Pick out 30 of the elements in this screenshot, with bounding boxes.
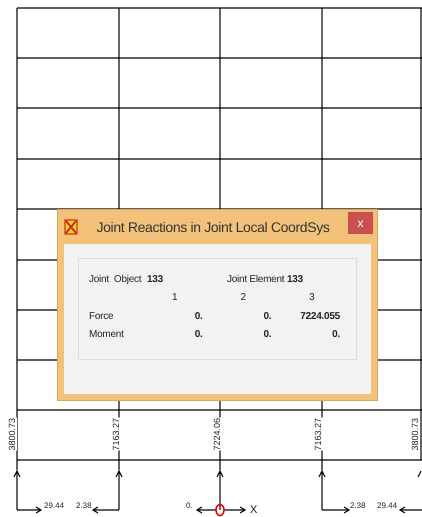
reaction-value: 3800.73	[8, 418, 17, 451]
table-cell-text: 7224.055	[299, 310, 341, 324]
reaction-value: 7163.27	[112, 418, 121, 451]
field-value: 133	[287, 272, 303, 286]
reaction-value: 2.38	[76, 502, 92, 510]
table-cell-text: 0.	[262, 328, 272, 342]
row-label: Moment	[89, 328, 125, 342]
close-button[interactable]: x	[348, 212, 373, 234]
column-header: 1	[171, 290, 178, 304]
column-header: 2	[240, 290, 247, 304]
reaction-value: 29.44	[44, 502, 64, 510]
row-label: Force	[89, 310, 114, 324]
axis-label: X	[250, 505, 258, 516]
table-cell-text: 0.	[262, 310, 272, 324]
field-value: 133	[147, 272, 164, 286]
table-cell-text: 0.	[194, 310, 204, 324]
field-label: Joint Element	[227, 272, 286, 286]
reaction-value: 3800.73	[411, 418, 420, 451]
reaction-value: 7224.06	[213, 418, 222, 451]
reaction-value: 2.38	[350, 502, 366, 510]
table-cell-text: 0.	[331, 328, 341, 342]
origin-icon	[215, 504, 225, 516]
window-title: Joint Reactions in Joint Local CoordSys	[95, 218, 331, 237]
reaction-value: 29.44	[377, 502, 398, 510]
reaction-value: 0.	[186, 502, 193, 510]
app-icon	[64, 219, 78, 235]
field-label: Joint Object	[89, 272, 142, 286]
table-cell-text: 0.	[194, 328, 204, 342]
column-header: 3	[308, 290, 316, 304]
reaction-value: 7163.27	[314, 418, 323, 451]
